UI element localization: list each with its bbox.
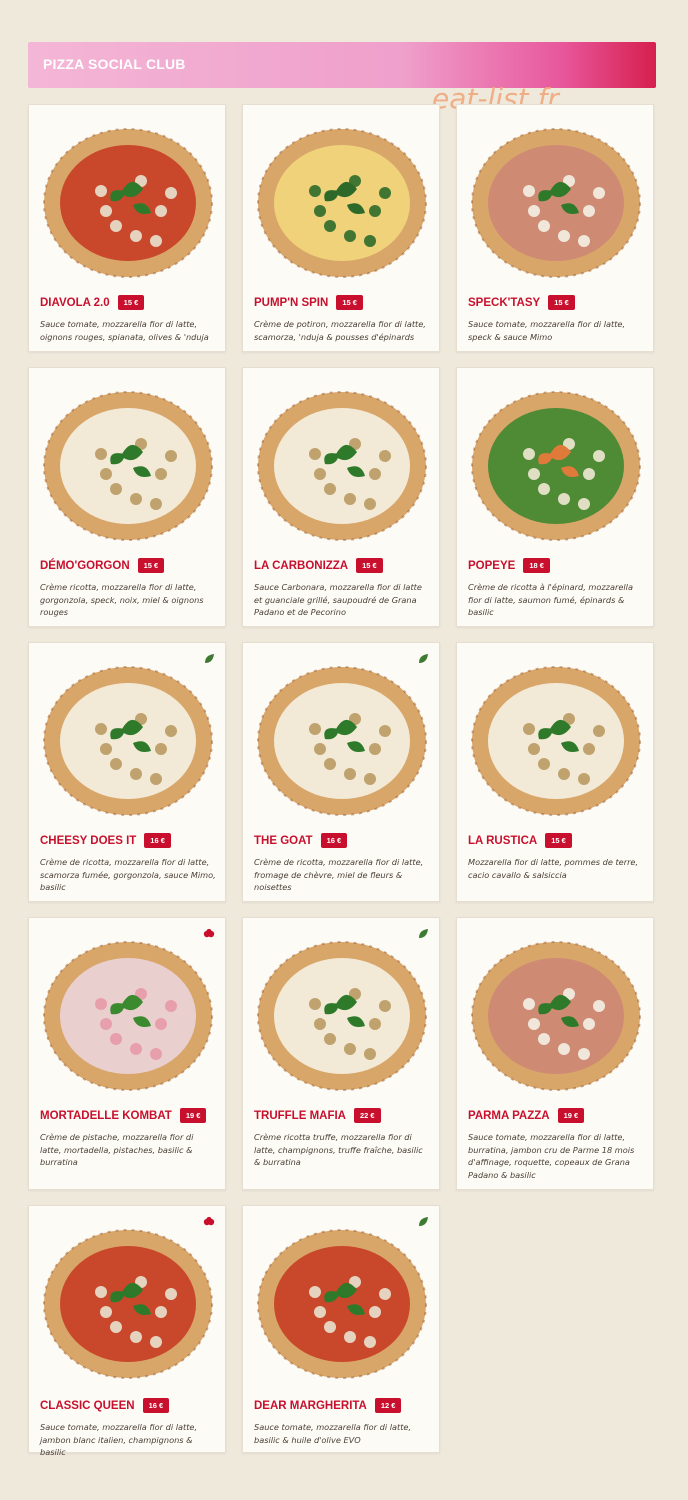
price-badge: 22 € — [353, 1108, 381, 1123]
pizza-name: MORTADELLE KOMBAT — [40, 1109, 172, 1122]
pizza-name: THE GOAT — [254, 834, 313, 847]
pizza-description: Sauce tomate, mozzarella fior di latte, … — [40, 1422, 198, 1458]
pizza-name: POPEYE — [468, 559, 516, 572]
menu-card[interactable]: DEAR MARGHERITA 12 € Sauce tomate, mozzare… — [242, 1205, 440, 1453]
pizza-name: DIAVOLA 2.0 — [40, 296, 110, 309]
leaf-icon — [417, 1216, 429, 1228]
pizza-description: Mozzarella fior di latte, pommes de terr… — [468, 857, 639, 880]
menu-card[interactable]: DIAVOLA 2.0 15 € Sauce tomate, mozzarella … — [28, 104, 226, 352]
pizza-name: LA CARBONIZZA — [254, 559, 349, 572]
price-badge: 19 € — [179, 1108, 207, 1123]
pizza-image — [41, 934, 215, 1094]
price-badge: 15 € — [548, 295, 575, 310]
menu-card[interactable]: LA CARBONIZZA 15 € Sauce Carbonara, mozzar… — [242, 367, 440, 627]
leaf-icon — [417, 928, 429, 940]
pizza-description: Crème de ricotta, mozzarella fior di lat… — [254, 857, 424, 893]
leaf-icon — [203, 653, 215, 665]
menu-card[interactable]: PUMP'N SPIN 15 € Crème de potiron, mozzare… — [242, 104, 440, 352]
price-badge: 16 € — [320, 833, 348, 848]
pizza-name: TRUFFLE MAFIA — [254, 1109, 346, 1122]
pizza-description: Crème ricotta, mozzarella fior di latte,… — [40, 582, 204, 618]
pizza-description: Sauce tomate, mozzarella fior di latte, … — [40, 319, 209, 342]
menu-card[interactable]: LA RUSTICA 15 € Mozzarella fior di latte, … — [456, 642, 654, 902]
pizza-image — [41, 121, 215, 281]
pizza-image — [255, 659, 429, 819]
pizza-description: Sauce tomate, mozzarella fior di latte, … — [468, 1132, 635, 1180]
pizza-name: SPECK'TASY — [468, 296, 541, 309]
pizza-image — [469, 659, 643, 819]
price-badge: 16 € — [144, 833, 171, 848]
pizza-image — [255, 384, 429, 544]
menu-card[interactable]: CHEESY DOES IT 16 € Crème de ricotta, mozz… — [28, 642, 226, 902]
price-badge: 15 € — [137, 558, 165, 573]
pizza-description: Sauce Carbonara, mozzarella fior di latt… — [254, 582, 422, 618]
pizza-image — [41, 1222, 215, 1382]
pizza-image — [255, 121, 429, 281]
menu-card[interactable]: CLASSIC QUEEN 16 € Sauce tomate, mozzarell… — [28, 1205, 226, 1457]
pizza-image — [255, 934, 429, 1094]
pizza-image — [469, 121, 643, 281]
pizza-description: Crème de potiron, mozzarella fior di lat… — [254, 319, 426, 342]
pizza-image — [255, 1222, 429, 1382]
pizza-description: Crème de ricotta, mozzarella fior di lat… — [40, 857, 216, 893]
menu-card[interactable]: DÉMO'GORGON 15 € Crème ricotta, mozzarella… — [28, 367, 226, 627]
price-badge: 12 € — [374, 1398, 402, 1413]
pizza-name: DEAR MARGHERITA — [254, 1399, 367, 1412]
pizza-name: CLASSIC QUEEN — [40, 1399, 135, 1412]
price-badge: 18 € — [523, 558, 550, 573]
page-title: PIZZA SOCIAL CLUB — [43, 56, 186, 72]
pizza-image — [469, 934, 643, 1094]
menu-card[interactable]: TRUFFLE MAFIA 22 € Crème ricotta truffe, m… — [242, 917, 440, 1190]
menu-card[interactable]: MORTADELLE KOMBAT 19 € Crème de pistache, … — [28, 917, 226, 1190]
price-badge: 15 € — [117, 295, 145, 310]
pizza-description: Crème de pistache, mozzarella fior di la… — [40, 1132, 194, 1168]
pizza-image — [41, 384, 215, 544]
pizza-description: Sauce tomate, mozzarella fior di latte, … — [254, 1422, 412, 1445]
pizza-name: PUMP'N SPIN — [254, 296, 329, 309]
pizza-name: DÉMO'GORGON — [40, 559, 130, 572]
leaf-icon — [417, 653, 429, 665]
pepper-icon — [203, 928, 215, 940]
menu-card[interactable]: SPECK'TASY 15 € Sauce tomate, mozzarella f… — [456, 104, 654, 352]
menu-card[interactable]: THE GOAT 16 € Crème de ricotta, mozzarella… — [242, 642, 440, 902]
pizza-description: Sauce tomate, mozzarella fior di latte, … — [468, 319, 626, 342]
menu-card[interactable]: PARMA PAZZA 19 € Sauce tomate, mozzarella … — [456, 917, 654, 1190]
pizza-name: PARMA PAZZA — [468, 1109, 550, 1122]
price-badge: 16 € — [142, 1398, 170, 1413]
pepper-icon — [203, 1216, 215, 1228]
price-badge: 19 € — [557, 1108, 585, 1123]
pizza-description: Crème ricotta truffe, mozzarella fior di… — [254, 1132, 423, 1168]
pizza-description: Crème de ricotta à l'épinard, mozzarella… — [468, 582, 633, 618]
price-badge: 15 € — [336, 295, 363, 310]
pizza-name: LA RUSTICA — [468, 834, 538, 847]
price-badge: 15 € — [356, 558, 383, 573]
pizza-image — [469, 384, 643, 544]
menu-header-banner: PIZZA SOCIAL CLUB — [28, 42, 656, 88]
pizza-name: CHEESY DOES IT — [40, 834, 137, 847]
menu-card[interactable]: POPEYE 18 € Crème de ricotta à l'épinard, … — [456, 367, 654, 627]
price-badge: 15 € — [545, 833, 572, 848]
pizza-image — [41, 659, 215, 819]
